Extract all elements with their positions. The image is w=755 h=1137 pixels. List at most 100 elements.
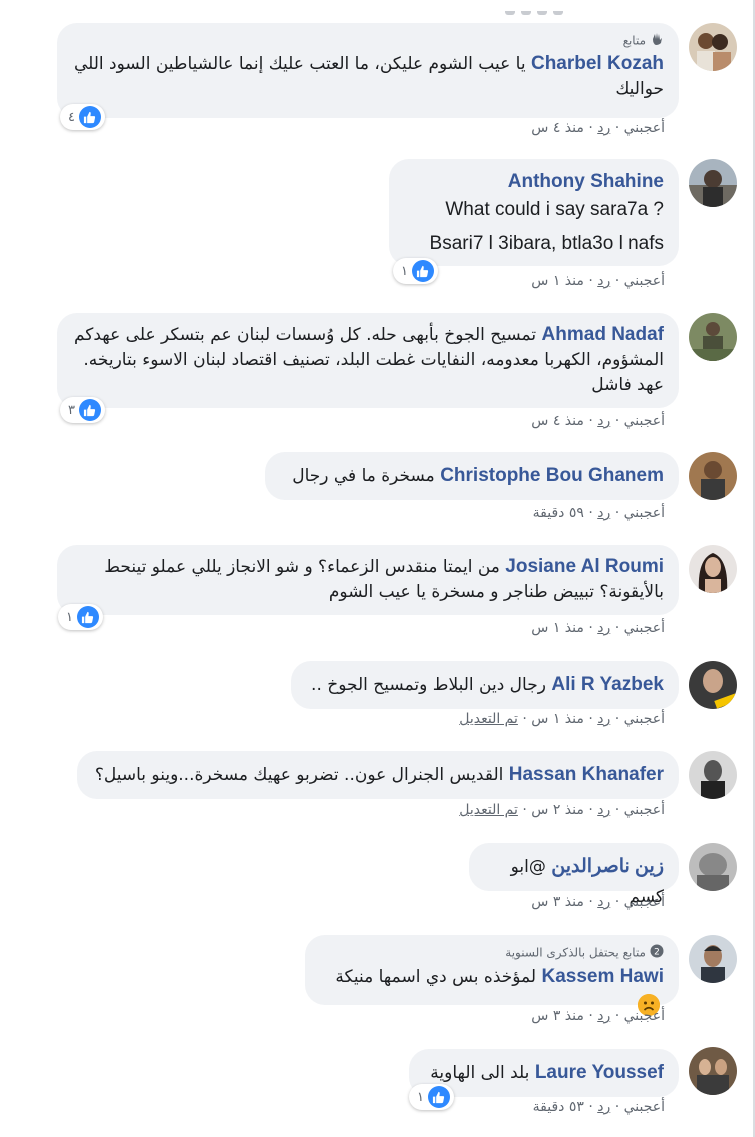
avatar[interactable]	[689, 545, 737, 593]
comment-actions: أعجبني · رد · ٥٩ دقيقة	[532, 505, 665, 521]
comment-bubble: Hassan Khanafer القديس الجنرال عون.. تضر…	[77, 751, 679, 799]
comment-text-line-3: عهد فاشل	[591, 375, 664, 395]
timestamp[interactable]: منذ ٢ س	[531, 802, 584, 818]
reaction-count[interactable]: ٣	[60, 397, 105, 423]
commenter-name[interactable]: زين ناصرالدين	[551, 856, 664, 877]
comment-bubble: Ahmad Nadaf تمسيح الجوخ بأبهى حله. كل وُ…	[57, 313, 679, 408]
reply-link[interactable]: رد	[597, 413, 610, 429]
comment-text-line-1: تمسيح الجوخ بأبهى حله. كل وُسسات لبنان ع…	[73, 325, 537, 345]
svg-text:2: 2	[654, 948, 660, 958]
comment-bubble: زين ناصرالدين @ابو كسم	[469, 843, 679, 907]
commenter-name[interactable]: Kassem Hawi	[541, 966, 664, 987]
comment-text-line-1: يا عيب الشوم عليكن، ما العتب عليك إنما ع…	[73, 54, 526, 74]
comment-bubble: Anthony Shahine What could i say sara7a …	[389, 159, 679, 266]
previous-comment-fragment	[505, 0, 585, 15]
timestamp[interactable]: منذ ٣ س	[531, 894, 584, 910]
commenter-name[interactable]: Ahmad Nadaf	[542, 324, 664, 345]
comment-text-line-1: من ايمتا منقدس الزعماء؟ و شو الانجاز يلل…	[104, 557, 500, 577]
avatar[interactable]	[689, 452, 737, 500]
comment-actions: أعجبني · رد · منذ ٣ س	[531, 1008, 665, 1024]
timestamp[interactable]: ٥٩ دقيقة	[533, 505, 584, 521]
comment-actions: أعجبني · رد · منذ ١ س	[531, 273, 665, 289]
comment-text-line-1: لمؤخذه بس دي اسمها منيكة	[335, 967, 537, 987]
anniversary-badge: 2 متابع يحتفل بالذكرى السنوية	[320, 944, 664, 962]
commenter-name[interactable]: Christophe Bou Ghanem	[440, 465, 664, 486]
reply-link[interactable]: رد	[597, 273, 610, 289]
avatar[interactable]	[689, 843, 737, 891]
reply-link[interactable]: رد	[597, 120, 610, 136]
reaction-count[interactable]: ١	[393, 258, 438, 284]
like-link[interactable]: أعجبني	[624, 273, 665, 289]
commenter-name[interactable]: Hassan Khanafer	[509, 764, 664, 785]
like-link[interactable]: أعجبني	[624, 413, 665, 429]
commenter-name[interactable]: Charbel Kozah	[531, 53, 664, 74]
comments-page: متابع Charbel Kozah يا عيب الشوم عليكن، …	[0, 0, 755, 1137]
reaction-count[interactable]: ١	[409, 1084, 454, 1110]
like-link[interactable]: أعجبني	[624, 1008, 665, 1024]
commenter-name[interactable]: Laure Youssef	[535, 1062, 664, 1083]
timestamp[interactable]: منذ ١ س	[531, 711, 584, 727]
reply-link[interactable]: رد	[597, 711, 610, 727]
comment-actions: أعجبني · رد · ٥٣ دقيقة	[532, 1099, 665, 1115]
commenter-name[interactable]: Anthony Shahine	[404, 168, 664, 196]
comment-text-line-1: What could i say sara7a ?	[445, 199, 664, 220]
comment-bubble: Ali R Yazbek رجال دين البلاط وتمسيح الجو…	[291, 661, 679, 709]
like-icon	[411, 260, 434, 282]
timestamp[interactable]: منذ ١ س	[531, 273, 584, 289]
comment-text-line-2: Bsari7 l 3ibara, btla3o l nafs	[429, 233, 664, 254]
like-link[interactable]: أعجبني	[624, 505, 665, 521]
timestamp[interactable]: منذ ٣ س	[531, 1008, 584, 1024]
comment-actions: أعجبني · رد · منذ ٢ س · تم التعديل	[459, 802, 665, 818]
avatar[interactable]	[689, 313, 737, 361]
like-icon	[78, 106, 101, 128]
comment-actions: أعجبني · رد · منذ ١ س	[531, 620, 665, 636]
avatar[interactable]	[689, 1047, 737, 1095]
reply-link[interactable]: رد	[597, 1099, 610, 1115]
comment-bubble: Josiane Al Roumi من ايمتا منقدس الزعماء؟…	[57, 545, 679, 615]
like-link[interactable]: أعجبني	[624, 620, 665, 636]
comment-bubble: 2 متابع يحتفل بالذكرى السنوية Kassem Hawi…	[305, 935, 679, 1016]
reply-link[interactable]: رد	[597, 620, 610, 636]
reply-link[interactable]: رد	[597, 1008, 610, 1024]
avatar[interactable]	[689, 935, 737, 983]
like-link[interactable]: أعجبني	[624, 802, 665, 818]
comment-text-line-1: مسخرة ما في رجال	[292, 466, 435, 486]
wave-hand-icon	[650, 32, 664, 50]
like-icon	[78, 399, 101, 421]
timestamp[interactable]: منذ ٤ س	[531, 413, 584, 429]
like-link[interactable]: أعجبني	[624, 894, 665, 910]
like-icon	[76, 606, 99, 628]
anniversary-badge-icon: 2	[650, 944, 664, 962]
edited-label[interactable]: تم التعديل	[459, 802, 518, 818]
reaction-count[interactable]: ١	[58, 604, 103, 630]
comment-actions: أعجبني · رد · منذ ٣ س	[531, 894, 665, 910]
comment-bubble: Christophe Bou Ghanem مسخرة ما في رجال	[265, 452, 679, 500]
reaction-count[interactable]: ٤	[60, 104, 105, 130]
like-link[interactable]: أعجبني	[624, 711, 665, 727]
like-icon	[427, 1086, 450, 1108]
reply-link[interactable]: رد	[597, 894, 610, 910]
comment-bubble: متابع Charbel Kozah يا عيب الشوم عليكن، …	[57, 23, 679, 118]
comment-text-line-1: بلد الى الهاوية	[430, 1063, 530, 1083]
avatar[interactable]	[689, 159, 737, 207]
follower-badge: متابع	[72, 32, 664, 50]
reply-link[interactable]: رد	[597, 505, 610, 521]
comment-text-line-2: بالأيقونة؟ تبييض طناجر و مسخرة يا عيب ال…	[328, 582, 664, 602]
comment-text-line-1: القديس الجنرال عون.. تضربو عهيك مسخرة...…	[94, 765, 504, 785]
timestamp[interactable]: منذ ١ س	[531, 620, 584, 636]
comment-actions: أعجبني · رد · منذ ١ س · تم التعديل	[459, 711, 665, 727]
timestamp[interactable]: ٥٣ دقيقة	[533, 1099, 584, 1115]
reply-link[interactable]: رد	[597, 802, 610, 818]
avatar[interactable]	[689, 661, 737, 709]
comment-actions: أعجبني · رد · منذ ٤ س	[531, 413, 665, 429]
like-link[interactable]: أعجبني	[624, 120, 665, 136]
like-link[interactable]: أعجبني	[624, 1099, 665, 1115]
comment-text-line-1: رجال دين البلاط وتمسيح الجوخ ..	[311, 675, 546, 695]
avatar[interactable]	[689, 23, 737, 71]
comment-text-line-2: حواليك	[615, 79, 664, 99]
avatar[interactable]	[689, 751, 737, 799]
edited-label[interactable]: تم التعديل	[459, 711, 518, 727]
commenter-name[interactable]: Ali R Yazbek	[551, 674, 664, 695]
timestamp[interactable]: منذ ٤ س	[531, 120, 584, 136]
commenter-name[interactable]: Josiane Al Roumi	[505, 556, 664, 577]
